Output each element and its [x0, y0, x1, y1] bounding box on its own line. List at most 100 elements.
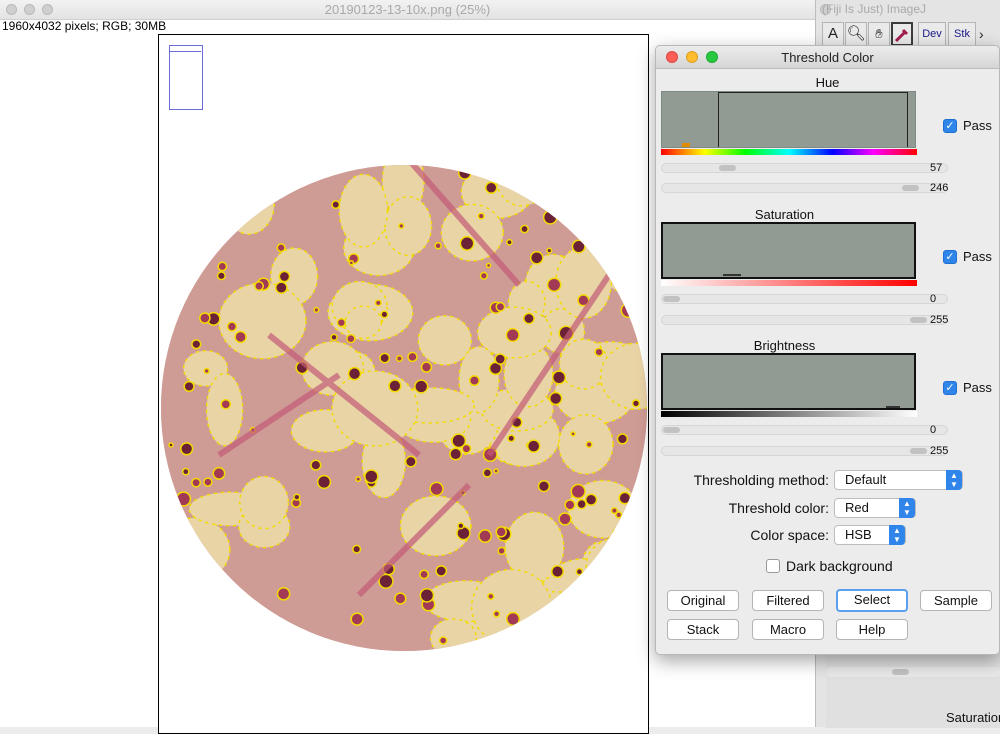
color-space-select[interactable]: HSB ▲ ▼	[834, 525, 906, 545]
thresholded-cell	[271, 637, 286, 651]
help-button[interactable]: Help	[836, 619, 908, 640]
thresholded-cell	[529, 250, 544, 265]
original-button[interactable]: Original	[667, 590, 739, 611]
thresholded-cell	[310, 459, 322, 471]
thresholded-cell	[173, 244, 187, 258]
image-info-text: 1960x4032 pixels; RGB; 30MB	[2, 19, 167, 33]
thresholded-cell	[461, 443, 472, 454]
dark-background-label: Dark background	[786, 558, 893, 574]
thresholded-cell	[585, 440, 593, 449]
thresholded-cell	[346, 333, 356, 344]
thresholded-cell	[355, 476, 362, 483]
thresholded-cell	[395, 355, 403, 363]
thresholded-cell	[495, 301, 506, 312]
thresholded-cell	[419, 587, 435, 603]
thresholded-cell	[493, 468, 499, 474]
image-window-titlebar[interactable]: 20190123-13-10x.png (25%)	[0, 0, 815, 20]
select-button[interactable]: Select	[836, 589, 908, 612]
thresholded-cell	[526, 439, 541, 453]
thresholded-cell	[601, 165, 617, 179]
thresholded-cell	[175, 491, 192, 507]
stack-button[interactable]: Stack	[667, 619, 739, 640]
thresholded-cell	[610, 507, 618, 515]
thresholded-cell	[616, 433, 629, 445]
threshold-color-dialog: Threshold Color Hue 57 246 ✓ Pass Satura…	[655, 45, 1000, 655]
sample-button[interactable]: Sample	[920, 590, 992, 611]
thresholded-cell	[434, 241, 442, 250]
brightness-pass-checkbox[interactable]: ✓	[943, 381, 957, 395]
hue-min-slider[interactable]	[661, 163, 948, 173]
thresholding-method-select[interactable]: Default ▲ ▼	[834, 470, 963, 490]
thresholded-cell	[221, 188, 227, 194]
thresholded-cell	[597, 559, 610, 572]
tissue-lobule	[238, 475, 290, 530]
brightness-gradient-bar	[661, 411, 917, 417]
image-window-title: 20190123-13-10x.png (25%)	[324, 2, 491, 17]
brightness-histogram	[661, 353, 916, 410]
hue-max-slider[interactable]	[661, 183, 948, 193]
dialog-titlebar[interactable]: Threshold Color	[656, 46, 999, 69]
hand-icon[interactable]: ✋︎	[868, 22, 890, 46]
saturation-pass-checkbox[interactable]: ✓	[943, 250, 957, 264]
thresholded-cell	[174, 582, 181, 589]
thresholded-cell	[468, 375, 480, 387]
thresholded-cell	[257, 177, 265, 185]
thresholded-cell	[394, 592, 407, 605]
thresholded-cell	[220, 398, 232, 410]
thresholded-cell	[350, 612, 364, 626]
magnifier-icon[interactable]: 🔍︎	[845, 22, 867, 46]
filtered-button[interactable]: Filtered	[752, 590, 824, 611]
saturation-max-slider[interactable]	[661, 315, 948, 325]
saturation-min-slider[interactable]	[661, 294, 948, 304]
chevron-right-icon[interactable]: ›	[979, 26, 984, 42]
thresholded-cell	[380, 310, 389, 319]
hue-title: Hue	[815, 75, 840, 90]
thresholded-cell	[612, 527, 624, 539]
thresholded-cell	[537, 480, 551, 493]
thresholded-cell	[594, 347, 604, 357]
select-arrows-icon: ▲ ▼	[889, 525, 905, 545]
thresholded-cell	[485, 262, 492, 269]
tissue-lobule	[470, 568, 553, 646]
brightness-title: Brightness	[753, 338, 816, 353]
thresholded-cell	[527, 639, 541, 651]
hue-pass-checkbox[interactable]: ✓	[943, 119, 957, 133]
thresholded-cell	[482, 468, 493, 478]
brightness-min-slider[interactable]	[661, 425, 948, 435]
dev-menu-button[interactable]: Dev	[918, 22, 946, 46]
tissue-lobule	[161, 517, 231, 583]
thresholded-cell	[226, 321, 238, 332]
thresholded-cell	[199, 212, 212, 226]
tissue-lobule	[525, 615, 572, 651]
thresholded-cell	[570, 483, 586, 500]
color-picker-icon[interactable]	[891, 22, 913, 46]
thresholded-cell	[407, 351, 418, 363]
image-canvas[interactable]	[158, 34, 649, 734]
brightness-pass-label: Pass	[963, 380, 992, 395]
thresholded-cell	[207, 581, 216, 590]
stk-menu-button[interactable]: Stk	[948, 22, 976, 46]
thresholded-cell	[548, 391, 563, 406]
thresholded-cell	[575, 567, 584, 576]
thresholded-cell	[329, 645, 343, 651]
thresholded-cell	[203, 367, 210, 375]
brightness-max-slider[interactable]	[661, 446, 948, 456]
text-tool-icon[interactable]: A	[822, 22, 844, 46]
thresholded-cell	[556, 167, 572, 183]
color-space-value: HSB	[845, 527, 872, 542]
thresholded-cell	[631, 399, 641, 408]
thresholded-cell	[477, 212, 485, 220]
thresholded-cell	[564, 499, 576, 511]
thresholded-cell	[183, 380, 195, 393]
saturation-max-value: 255	[930, 314, 949, 326]
thresholded-cell	[479, 271, 488, 280]
dark-background-checkbox[interactable]	[766, 559, 780, 573]
tissue-lobule	[223, 173, 275, 236]
thresholding-method-label: Thresholding method:	[693, 472, 829, 488]
threshold-color-select[interactable]: Red ▲ ▼	[834, 498, 916, 518]
thresholded-cell	[634, 261, 647, 274]
thresholded-cell	[546, 247, 553, 254]
macro-button[interactable]: Macro	[752, 619, 824, 640]
thresholded-cell	[515, 628, 527, 640]
thresholded-cell	[168, 442, 174, 448]
